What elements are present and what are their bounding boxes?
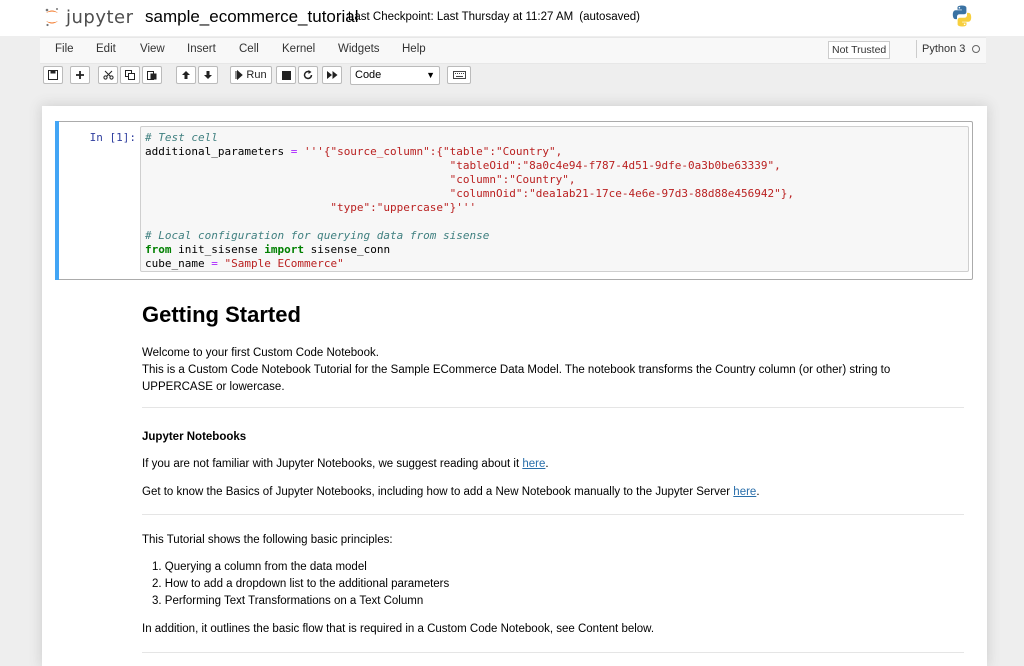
paragraph-text: If you are not familiar with Jupyter Not… bbox=[142, 458, 523, 470]
page-title: Getting Started bbox=[142, 302, 301, 327]
save-button[interactable] bbox=[43, 66, 63, 84]
cell-type-value: Code bbox=[355, 69, 382, 81]
trust-status-button[interactable]: Not Trusted bbox=[828, 41, 891, 59]
divider bbox=[142, 514, 964, 515]
code-line: "column":"Country", bbox=[145, 173, 576, 186]
period: . bbox=[756, 486, 760, 498]
code-line: "columnOid":"dea1ab21-17ce-4e6e-97d3-88d… bbox=[145, 187, 795, 200]
fast-forward-icon bbox=[326, 71, 337, 79]
list-item: 3. Performing Text Transformations on a … bbox=[152, 595, 424, 607]
intro-text: This is a Custom Code Notebook Tutorial … bbox=[142, 364, 891, 393]
save-icon bbox=[48, 70, 58, 80]
section-heading-jupyter-notebooks: Jupyter Notebooks bbox=[142, 431, 247, 443]
paste-icon bbox=[147, 71, 157, 80]
move-cell-down-button[interactable] bbox=[198, 66, 218, 84]
period: . bbox=[545, 458, 549, 470]
autosaved-status: (autosaved) bbox=[579, 11, 640, 23]
checkpoint-text: Last Checkpoint: Last Thursday at 11:27 … bbox=[348, 11, 574, 23]
code-line: "type":"uppercase"}''' bbox=[145, 201, 477, 214]
toolbar: Run Code ▼ bbox=[40, 64, 986, 90]
restart-kernel-button[interactable] bbox=[298, 66, 318, 84]
arrow-down-icon bbox=[204, 71, 212, 79]
kernel-name: Python 3 bbox=[916, 40, 965, 58]
interrupt-kernel-button[interactable] bbox=[276, 66, 296, 84]
logo-text: jupyter bbox=[66, 6, 134, 28]
code-editor[interactable]: # Test cell additional_parameters = '''{… bbox=[140, 126, 969, 272]
jupyter-basics-paragraph: Get to know the Basics of Jupyter Notebo… bbox=[142, 484, 760, 501]
code-line: "tableOid":"8a0c4e94-f787-4d51-9dfe-0a3b… bbox=[145, 159, 781, 172]
here-link-1[interactable]: here bbox=[522, 458, 545, 470]
run-button[interactable]: Run bbox=[230, 66, 272, 84]
header: jupyter sample_ecommerce_tutorial Last C… bbox=[0, 0, 1024, 36]
paragraph-text: Get to know the Basics of Jupyter Notebo… bbox=[142, 486, 734, 498]
notebook-container: In [1]: # Test cell additional_parameter… bbox=[42, 106, 987, 666]
stop-icon bbox=[281, 70, 291, 80]
code-line-import: from init_sisense import sisense_conn bbox=[145, 243, 391, 256]
notebook-name[interactable]: sample_ecommerce_tutorial bbox=[145, 7, 359, 27]
jupyter-logo-icon bbox=[45, 8, 58, 27]
menu-file[interactable]: File bbox=[55, 43, 74, 55]
divider bbox=[142, 652, 964, 653]
principles-intro: This Tutorial shows the following basic … bbox=[142, 534, 393, 546]
menu-help[interactable]: Help bbox=[402, 43, 426, 55]
jupyter-logo[interactable]: jupyter bbox=[44, 5, 134, 29]
list-item: 2. How to add a dropdown list to the add… bbox=[152, 578, 450, 590]
divider bbox=[142, 407, 964, 408]
jupyter-intro-paragraph: If you are not familiar with Jupyter Not… bbox=[142, 456, 549, 473]
outline-text: In addition, it outlines the basic flow … bbox=[142, 623, 655, 635]
menu-widgets[interactable]: Widgets bbox=[338, 43, 380, 55]
paste-button[interactable] bbox=[142, 66, 162, 84]
code-line-cube-name: cube_name = "Sample ECommerce" bbox=[145, 257, 344, 270]
cut-icon bbox=[102, 70, 114, 80]
keyboard-icon bbox=[452, 71, 466, 79]
move-cell-up-button[interactable] bbox=[176, 66, 196, 84]
copy-icon bbox=[125, 70, 135, 80]
code-line: # Test cell bbox=[145, 131, 218, 144]
input-prompt: In [1]: bbox=[89, 131, 136, 144]
cell-type-select[interactable]: Code ▼ bbox=[350, 66, 440, 85]
list-item: 1. Querying a column from the data model bbox=[152, 561, 367, 573]
python-logo-icon bbox=[950, 4, 974, 33]
arrow-up-icon bbox=[182, 71, 190, 79]
plus-icon bbox=[76, 71, 84, 79]
selected-cell-indicator bbox=[55, 121, 59, 280]
restart-icon bbox=[303, 70, 313, 80]
code-content[interactable]: # Test cell additional_parameters = '''{… bbox=[145, 131, 794, 271]
copy-button[interactable] bbox=[120, 66, 140, 84]
kernel-idle-indicator-icon bbox=[972, 45, 980, 53]
restart-run-all-button[interactable] bbox=[322, 66, 342, 84]
menu-kernel[interactable]: Kernel bbox=[282, 43, 315, 55]
code-line-assignment: additional_parameters = '''{"source_colu… bbox=[145, 145, 563, 158]
menu-cell[interactable]: Cell bbox=[239, 43, 259, 55]
menubar: File Edit View Insert Cell Kernel Widget… bbox=[40, 37, 986, 64]
menu-insert[interactable]: Insert bbox=[187, 43, 216, 55]
menu-view[interactable]: View bbox=[140, 43, 165, 55]
welcome-text: Welcome to your first Custom Code Notebo… bbox=[142, 347, 379, 359]
checkpoint-status: Last Checkpoint: Last Thursday at 11:27 … bbox=[348, 11, 640, 23]
here-link-2[interactable]: here bbox=[733, 486, 756, 498]
notebook-site[interactable]: In [1]: # Test cell additional_parameter… bbox=[0, 92, 1024, 666]
code-line: # Local configuration for querying data … bbox=[145, 229, 490, 242]
code-cell[interactable]: In [1]: # Test cell additional_parameter… bbox=[55, 121, 973, 280]
insert-cell-button[interactable] bbox=[70, 66, 90, 84]
cut-button[interactable] bbox=[98, 66, 118, 84]
menu-edit[interactable]: Edit bbox=[96, 43, 116, 55]
run-label: Run bbox=[246, 69, 267, 81]
command-palette-button[interactable] bbox=[447, 66, 471, 84]
run-icon bbox=[235, 70, 244, 80]
chevron-down-icon: ▼ bbox=[426, 70, 435, 80]
